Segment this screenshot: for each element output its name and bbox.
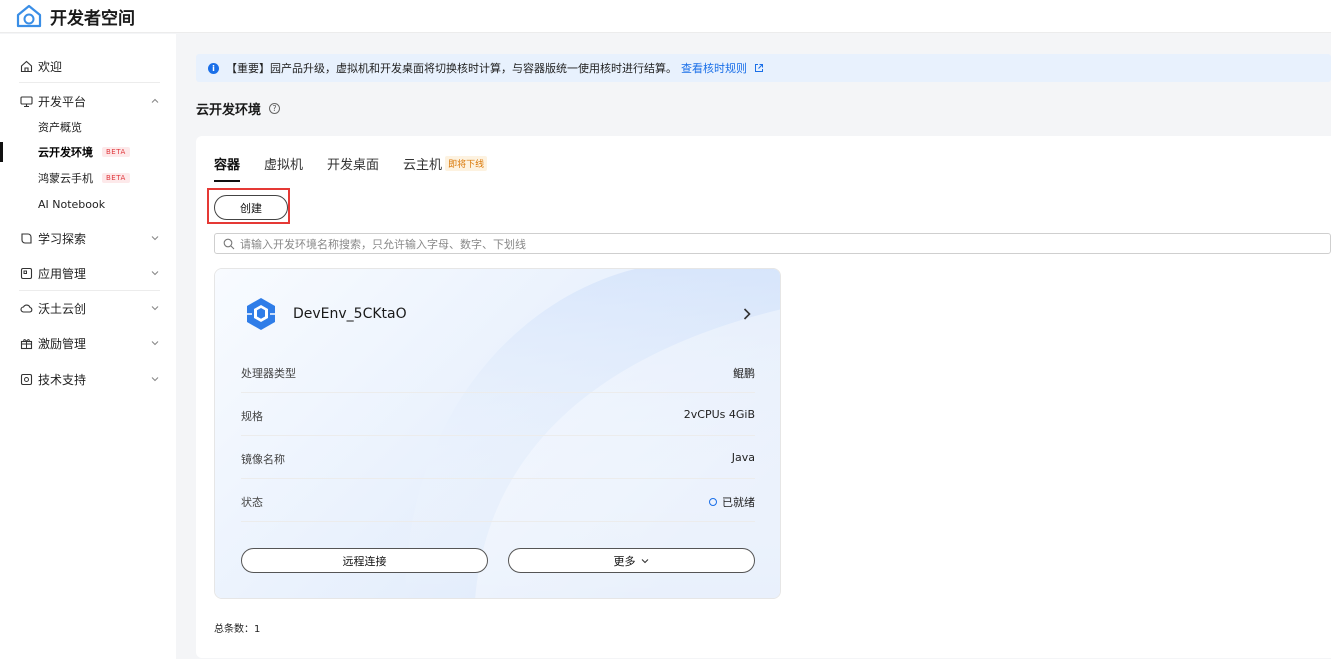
- notice-text: 【重要】园产品升级，虚拟机和开发桌面将切换核时计算，与容器版统一使用核时进行结算…: [226, 60, 764, 76]
- sidebar-item-label: 云开发环境: [38, 146, 93, 159]
- sidebar-item-label: 沃土云创: [38, 301, 87, 316]
- top-bar: 开发者空间: [0, 0, 1331, 33]
- sidebar-group-incentive[interactable]: 激励管理: [0, 333, 176, 353]
- remote-connect-button[interactable]: 远程连接: [241, 548, 488, 573]
- support-icon: [19, 372, 33, 386]
- row-key: 处理器类型: [241, 367, 296, 380]
- chevron-right-icon[interactable]: [742, 307, 752, 321]
- monitor-icon: [19, 94, 33, 108]
- row-value: 鲲鹏: [733, 367, 755, 380]
- card-row-spec: 规格 2vCPUs 4GiB: [241, 393, 755, 436]
- notice-banner: i 【重要】园产品升级，虚拟机和开发桌面将切换核时计算，与容器版统一使用核时进行…: [196, 54, 1331, 82]
- page-title: 云开发环境 ?: [196, 99, 281, 118]
- tab-vm[interactable]: 虚拟机: [264, 152, 303, 182]
- sidebar-item-label: 欢迎: [38, 59, 63, 74]
- dev-env-name[interactable]: DevEnv_5CKtaO: [293, 306, 407, 322]
- more-button[interactable]: 更多: [508, 548, 755, 573]
- sidebar-item-harmony-cloud-phone[interactable]: 鸿蒙云手机 BETA: [0, 168, 176, 188]
- tab-label: 虚拟机: [264, 158, 304, 173]
- notice-message: 【重要】园产品升级，虚拟机和开发桌面将切换核时计算，与容器版统一使用核时进行结算…: [226, 62, 677, 75]
- cloud-icon: [19, 301, 33, 315]
- sidebar-item-cloud-dev-env[interactable]: 云开发环境 BETA: [0, 142, 176, 162]
- divider: [19, 290, 160, 291]
- sidebar-group-wotu[interactable]: 沃土云创: [0, 298, 176, 318]
- status-text: 已就绪: [722, 496, 755, 509]
- notice-link[interactable]: 查看核时规则: [681, 62, 747, 75]
- sidebar-group-learn[interactable]: 学习探索: [0, 228, 176, 248]
- dev-env-card[interactable]: DevEnv_5CKtaO 处理器类型 鲲鹏 规格 2vCPUs 4GiB 镜像…: [214, 268, 781, 599]
- sidebar-item-label: 激励管理: [38, 336, 87, 351]
- more-label: 更多: [613, 555, 636, 568]
- card-header: DevEnv_5CKtaO: [243, 296, 407, 332]
- devenv-cube-icon: [247, 298, 275, 330]
- learn-icon: [19, 231, 33, 245]
- sidebar-item-label: 学习探索: [38, 231, 87, 246]
- chevron-up-icon[interactable]: [150, 96, 160, 106]
- beta-badge: BETA: [102, 173, 130, 183]
- app-logo-icon[interactable]: [16, 3, 42, 29]
- tab-container[interactable]: 容器: [214, 152, 241, 182]
- external-link-icon[interactable]: [754, 63, 764, 73]
- sidebar-item-label: 资产概览: [38, 121, 82, 134]
- sidebar-group-dev-platform[interactable]: 开发平台: [0, 91, 176, 111]
- card-row-processor: 处理器类型 鲲鹏: [241, 350, 755, 393]
- sidebar-item-ai-notebook[interactable]: AI Notebook: [0, 194, 176, 214]
- tab-label: 开发桌面: [327, 158, 380, 173]
- gift-icon: [19, 336, 33, 350]
- chevron-down-icon[interactable]: [150, 374, 160, 384]
- deprecation-tag: 即将下线: [445, 156, 488, 171]
- sidebar-group-tech-support[interactable]: 技术支持: [0, 369, 176, 389]
- search-input[interactable]: 请输入开发环境名称搜索，只允许输入字母、数字、下划线: [214, 233, 1331, 254]
- chevron-down-icon[interactable]: [150, 268, 160, 278]
- sidebar-item-label: AI Notebook: [38, 197, 106, 211]
- sidebar-item-label: 技术支持: [38, 372, 87, 387]
- app-title: 开发者空间: [50, 8, 135, 29]
- sidebar-item-label: 开发平台: [38, 94, 87, 109]
- tab-cloud-host[interactable]: 云主机 即将下线: [403, 152, 488, 182]
- total-count: 总条数：1: [214, 624, 261, 635]
- chevron-down-icon[interactable]: [150, 233, 160, 243]
- sidebar-item-label: 应用管理: [38, 266, 87, 281]
- row-value: Java: [731, 451, 755, 464]
- row-key: 镜像名称: [241, 453, 285, 466]
- tab-bar: 容器 虚拟机 开发桌面 云主机 即将下线: [214, 152, 511, 182]
- tab-label: 云主机: [403, 158, 443, 173]
- sidebar-item-welcome[interactable]: 欢迎: [0, 56, 176, 76]
- sidebar-group-app-management[interactable]: 应用管理: [0, 263, 176, 283]
- status-dot-icon: [709, 498, 717, 506]
- tab-label: 容器: [214, 158, 241, 173]
- search-icon: [223, 238, 235, 250]
- sidebar-item-label: 鸿蒙云手机: [38, 172, 93, 185]
- row-value: 2vCPUs 4GiB: [683, 408, 755, 421]
- sidebar: 欢迎 开发平台 资产概览 云开发环境 BETA 鸿蒙云手机 BETA AI No…: [0, 34, 176, 659]
- card-row-image: 镜像名称 Java: [241, 436, 755, 479]
- sidebar-item-asset-overview[interactable]: 资产概览: [0, 117, 176, 137]
- page-title-text: 云开发环境: [196, 103, 262, 118]
- search-placeholder: 请输入开发环境名称搜索，只允许输入字母、数字、下划线: [240, 237, 526, 251]
- app-icon: [19, 266, 33, 280]
- chevron-down-icon: [641, 558, 648, 563]
- row-key: 状态: [241, 496, 263, 509]
- info-icon: i: [208, 62, 219, 74]
- home-icon: [19, 59, 33, 73]
- row-key: 规格: [241, 410, 263, 423]
- status-value: 已就绪: [709, 494, 755, 510]
- card-row-status: 状态 已就绪: [241, 479, 755, 522]
- help-icon[interactable]: ?: [269, 103, 281, 114]
- chevron-down-icon[interactable]: [150, 338, 160, 348]
- chevron-down-icon[interactable]: [150, 303, 160, 313]
- beta-badge: BETA: [102, 147, 130, 157]
- divider: [19, 82, 160, 83]
- tab-dev-desktop[interactable]: 开发桌面: [327, 152, 379, 182]
- create-button[interactable]: 创建: [214, 195, 288, 220]
